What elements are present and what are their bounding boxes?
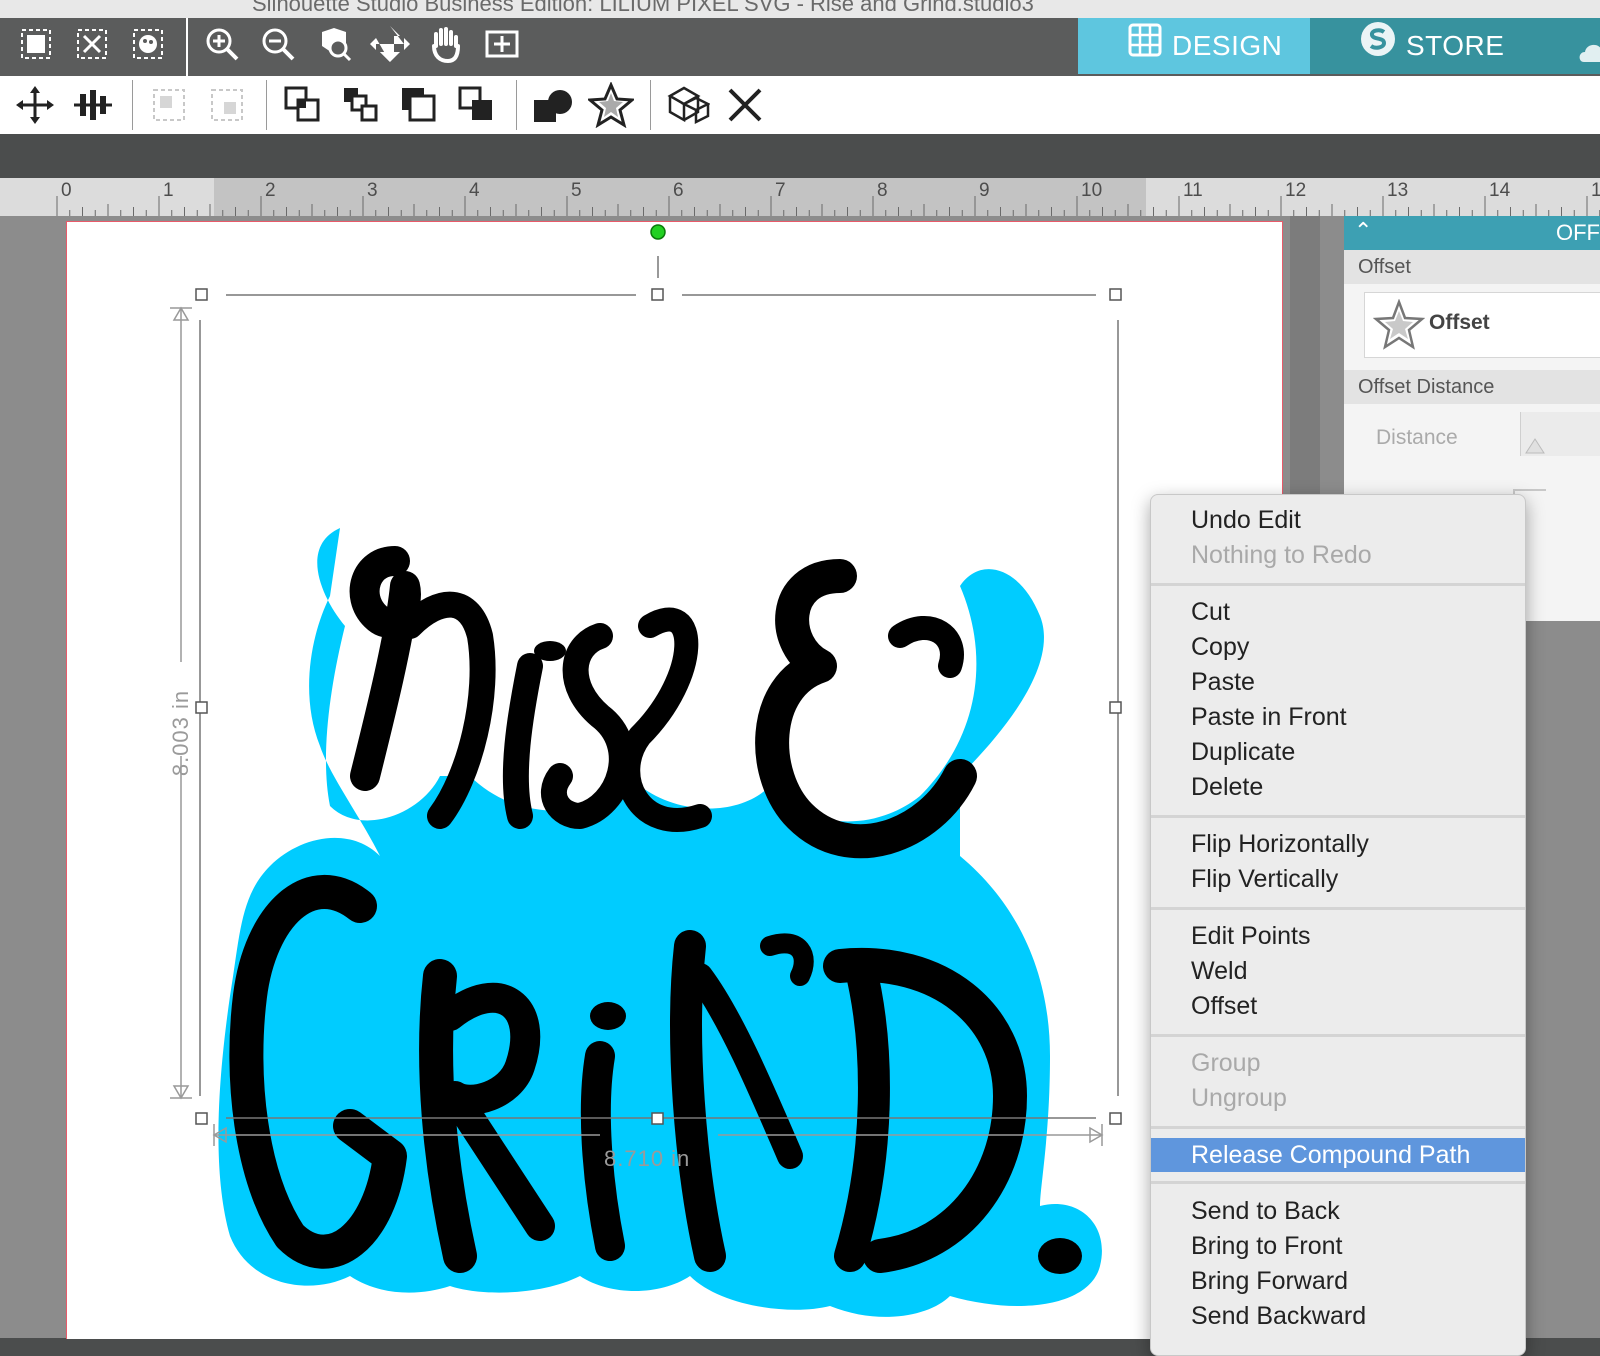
ruler-number: 12 xyxy=(1285,180,1307,201)
offset-button-label: Offset xyxy=(1429,311,1490,334)
tab-store-label: STORE xyxy=(1406,30,1505,61)
ruler-number: 6 xyxy=(673,180,684,201)
hand-pan-icon[interactable] xyxy=(424,24,468,68)
window-title: Silhouette Studio Business Edition: LILI… xyxy=(252,0,1034,16)
offset-star-icon xyxy=(1373,299,1425,350)
menu-item-bring-to-front[interactable]: Bring to Front xyxy=(1151,1229,1525,1263)
toolbar-divider xyxy=(516,80,517,130)
tab-design-label: DESIGN xyxy=(1172,30,1283,61)
zoom-in-icon[interactable] xyxy=(200,24,244,68)
menu-separator xyxy=(1151,907,1525,910)
ruler-number: 13 xyxy=(1387,180,1409,201)
collapse-caret-icon[interactable]: ⌃ xyxy=(1354,218,1372,244)
menu-item-copy[interactable]: Copy xyxy=(1151,630,1525,664)
group-icon[interactable] xyxy=(146,82,192,128)
bring-forward-icon[interactable] xyxy=(396,82,442,128)
rotate-handle[interactable] xyxy=(650,224,666,240)
ruler-number: 1 xyxy=(163,180,174,201)
menu-separator xyxy=(1151,1126,1525,1129)
menu-item-group: Group xyxy=(1191,1049,1261,1077)
zoom-out-icon[interactable] xyxy=(256,24,300,68)
select-by-color-icon[interactable] xyxy=(126,24,170,68)
fit-page-icon[interactable] xyxy=(480,24,524,68)
menu-item-bring-forward[interactable]: Bring Forward xyxy=(1151,1264,1525,1298)
menu-item-ungroup: Ungroup xyxy=(1191,1084,1287,1112)
menu-separator xyxy=(1151,583,1525,586)
window-title-bar: Silhouette Studio Business Edition: LILI… xyxy=(0,0,1600,18)
menu-item-send-backward[interactable]: Send Backward xyxy=(1151,1299,1525,1333)
context-menu: Undo Edit Nothing to Redo Cut Copy Paste… xyxy=(1150,494,1526,1356)
ungroup-icon[interactable] xyxy=(204,82,250,128)
offset-panel-header[interactable]: ⌃ OFF xyxy=(1344,216,1600,250)
close-icon[interactable] xyxy=(722,82,768,128)
tab-design[interactable]: DESIGN xyxy=(1078,18,1310,74)
tab-store[interactable]: STORE xyxy=(1310,18,1600,74)
menu-separator xyxy=(1151,1181,1525,1184)
offset-button[interactable]: Offset xyxy=(1364,292,1600,358)
menu-item-undo-edit[interactable]: Undo Edit xyxy=(1151,503,1525,537)
deselect-icon[interactable] xyxy=(70,24,114,68)
menu-item-delete[interactable]: Delete xyxy=(1151,770,1525,804)
ruler-ticks xyxy=(56,196,1600,216)
cloud-icon[interactable] xyxy=(1578,36,1600,71)
pan-down-icon[interactable] xyxy=(368,24,412,68)
main-toolbar: DESIGN STORE xyxy=(0,18,1600,76)
menu-item-flip-horizontally[interactable]: Flip Horizontally xyxy=(1151,827,1525,861)
ruler-number: 9 xyxy=(979,180,990,201)
menu-item-duplicate[interactable]: Duplicate xyxy=(1151,735,1525,769)
menu-item-edit-points[interactable]: Edit Points xyxy=(1151,919,1525,953)
toolbar-divider xyxy=(650,80,651,130)
zoom-selection-icon[interactable] xyxy=(312,24,356,68)
menu-item-offset[interactable]: Offset xyxy=(1151,989,1525,1023)
menu-item-flip-vertically[interactable]: Flip Vertically xyxy=(1151,862,1525,896)
menu-separator xyxy=(1151,1034,1525,1037)
align-icon[interactable] xyxy=(70,82,116,128)
bring-to-front-icon[interactable] xyxy=(280,82,326,128)
3d-box-icon[interactable] xyxy=(664,82,711,128)
horizontal-ruler: 0123456789101112131415 xyxy=(0,178,1600,216)
ruler-number: 14 xyxy=(1489,180,1511,201)
ruler-number: 2 xyxy=(265,180,276,201)
properties-bar xyxy=(0,134,1600,178)
send-to-back-icon[interactable] xyxy=(454,82,500,128)
grid-icon xyxy=(1128,20,1162,76)
ruler-number: 7 xyxy=(775,180,786,201)
move-icon[interactable] xyxy=(12,82,58,128)
ruler-number: 3 xyxy=(367,180,378,201)
menu-item-paste[interactable]: Paste xyxy=(1151,665,1525,699)
select-all-icon[interactable] xyxy=(14,24,58,68)
ruler-number: 15 xyxy=(1591,180,1600,201)
ruler-number: 8 xyxy=(877,180,888,201)
ruler-number: 11 xyxy=(1183,180,1203,201)
toolbar-divider xyxy=(266,80,267,130)
menu-item-release-compound-path[interactable]: Release Compound Path xyxy=(1151,1138,1525,1172)
secondary-toolbar xyxy=(0,76,1600,134)
ruler-number: 0 xyxy=(61,180,72,201)
toolbar-divider xyxy=(132,80,133,130)
store-logo-icon xyxy=(1360,20,1396,76)
ruler-number: 10 xyxy=(1081,180,1103,201)
width-dimension-label: 8.710 in xyxy=(604,1146,691,1171)
menu-item-cut[interactable]: Cut xyxy=(1151,595,1525,629)
ruler-number: 4 xyxy=(469,180,480,201)
offset-distance-section-header: Offset Distance xyxy=(1344,370,1600,404)
slider-thumb-icon[interactable] xyxy=(1525,438,1545,454)
offset-section-header: Offset xyxy=(1344,250,1600,284)
height-dimension-label: 8.003 in xyxy=(168,689,193,777)
distance-label: Distance xyxy=(1376,426,1458,449)
menu-item-nothing-to-redo: Nothing to Redo xyxy=(1191,541,1372,569)
distance-slider[interactable] xyxy=(1520,412,1600,456)
send-backward-icon[interactable] xyxy=(338,82,384,128)
menu-item-send-to-back[interactable]: Send to Back xyxy=(1151,1194,1525,1228)
menu-item-weld[interactable]: Weld xyxy=(1151,954,1525,988)
offset-panel-title: OFF xyxy=(1556,220,1600,245)
star-offset-icon[interactable] xyxy=(586,81,636,129)
menu-item-paste-in-front[interactable]: Paste in Front xyxy=(1151,700,1525,734)
ruler-number: 5 xyxy=(571,180,582,201)
menu-separator xyxy=(1151,815,1525,818)
shape-fill-icon[interactable] xyxy=(530,82,576,128)
toolbar-divider xyxy=(186,18,188,76)
